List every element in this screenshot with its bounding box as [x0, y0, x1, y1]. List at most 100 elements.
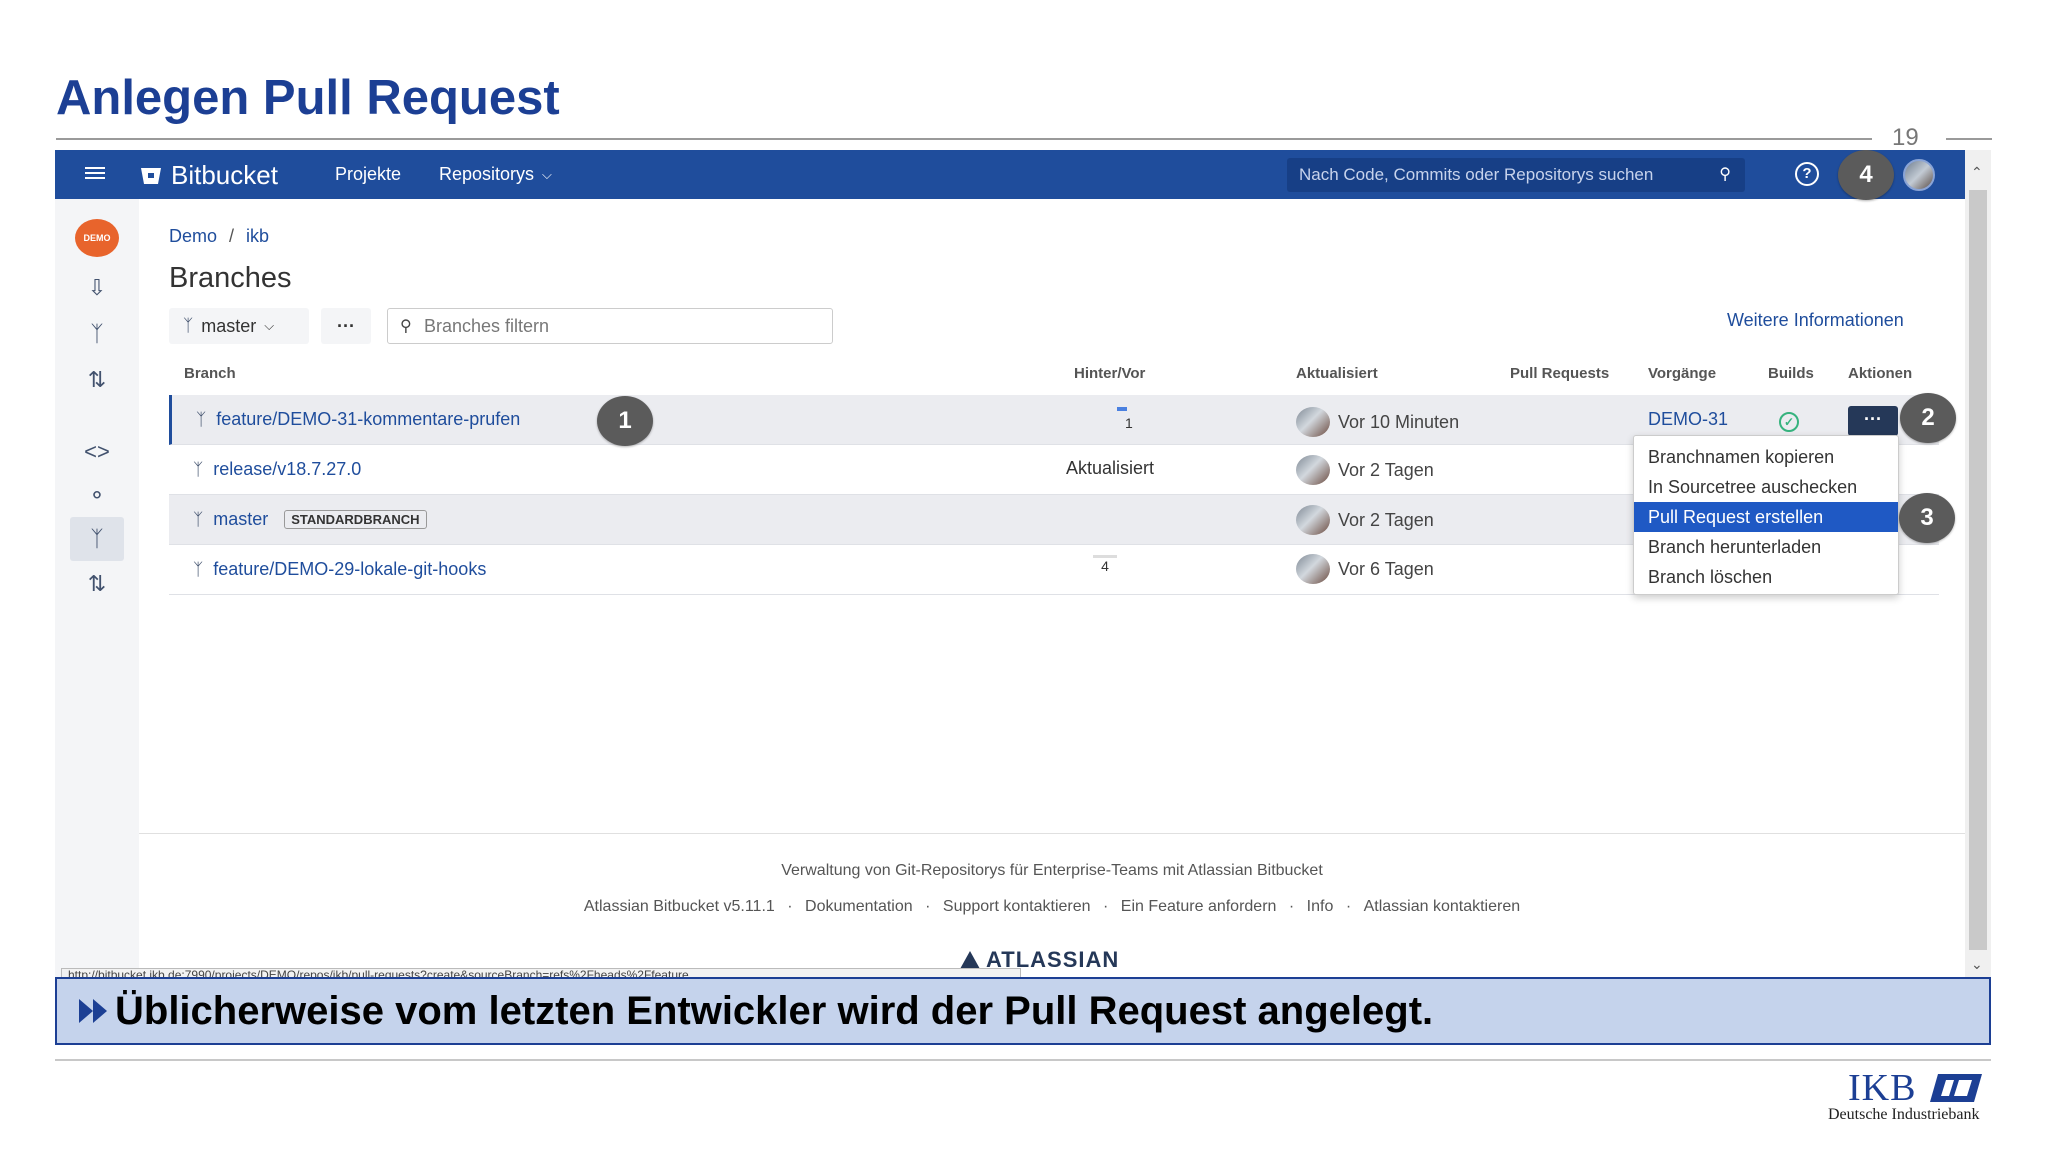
breadcrumb-project[interactable]: Demo: [169, 226, 217, 247]
title-rule: [56, 138, 1872, 140]
branch-filter[interactable]: ⚲: [387, 308, 833, 344]
footer-tagline: Verwaltung von Git-Repositorys für Enter…: [781, 862, 1323, 879]
footer-link-feature-request[interactable]: Ein Feature anfordern: [1121, 898, 1277, 915]
branch-filter-input[interactable]: [424, 309, 824, 343]
row-actions-button[interactable]: ···: [1848, 406, 1898, 436]
title-rule-right: [1946, 138, 1992, 140]
chevron-down-icon: ⌵: [542, 166, 552, 182]
bitbucket-logo[interactable]: Bitbucket: [139, 160, 278, 191]
branch-icon: ᛉ: [196, 409, 207, 429]
ikb-wordmark: IKB: [1848, 1067, 1917, 1109]
branches-icon-active[interactable]: ᛉ: [70, 517, 124, 561]
menu-item-create-pull-request[interactable]: Pull Request erstellen: [1634, 502, 1898, 532]
nav-projects[interactable]: Projekte: [335, 164, 401, 185]
bottom-rule: [55, 1059, 1991, 1061]
commits-icon[interactable]: ⚬: [80, 481, 114, 511]
page-title: Branches: [169, 262, 292, 294]
slide: Anlegen Pull Request 19 Bitbucket Projek…: [0, 0, 2048, 1152]
callout-3: 3: [1899, 493, 1955, 543]
atlassian-triangle-icon: [960, 951, 980, 969]
project-sidebar: DEMO ⇩ ᛉ ⇅ <> ⚬ ᛉ ⇅: [55, 199, 139, 978]
menu-item-checkout-sourcetree[interactable]: In Sourcetree auschecken: [1634, 472, 1898, 502]
column-header-issues: Vorgänge: [1648, 365, 1717, 382]
branch-link[interactable]: feature/DEMO-29-lokale-git-hooks: [213, 559, 486, 580]
breadcrumb-repo[interactable]: ikb: [246, 226, 269, 247]
scroll-thumb[interactable]: [1969, 190, 1987, 950]
top-navbar: Bitbucket Projekte Repositorys ⌵ ⚲ ?: [55, 150, 1965, 199]
page-number: 19: [1892, 124, 1919, 151]
footer-link-support[interactable]: Support kontaktieren: [943, 898, 1091, 915]
footer-link-info[interactable]: Info: [1307, 898, 1334, 915]
footer-link-documentation[interactable]: Dokumentation: [805, 898, 913, 915]
branch-link[interactable]: release/v18.7.27.0: [213, 459, 361, 480]
updated-cell: Vor 10 Minuten: [1296, 407, 1459, 437]
default-branch-badge: STANDARDBRANCH: [284, 510, 427, 529]
help-icon[interactable]: ?: [1795, 162, 1819, 186]
updated-cell: Vor 2 Tagen: [1296, 505, 1434, 535]
page-scrollbar[interactable]: ⌃ ⌄: [1965, 150, 1991, 978]
create-branch-icon[interactable]: ⇩: [80, 273, 114, 303]
nav-repositories-label: Repositorys: [439, 164, 535, 184]
pull-requests-icon-2[interactable]: ⇅: [80, 569, 114, 599]
column-header-pull-requests: Pull Requests: [1510, 365, 1610, 382]
ahead-count: 1: [1125, 415, 1133, 431]
footer-link-contact[interactable]: Atlassian kontaktieren: [1364, 898, 1521, 915]
column-header-behind-ahead: Hinter/Vor: [1074, 365, 1146, 382]
global-search-input[interactable]: [1287, 158, 1727, 192]
source-icon[interactable]: <>: [80, 437, 114, 467]
avatar: [1296, 407, 1330, 437]
footer-separator: ·: [1345, 898, 1352, 915]
menu-item-delete-branch[interactable]: Branch löschen: [1634, 562, 1898, 592]
column-header-builds: Builds: [1768, 365, 1814, 382]
footer-divider: [139, 833, 1965, 834]
global-search[interactable]: ⚲: [1287, 158, 1745, 192]
column-header-updated[interactable]: Aktualisiert: [1296, 365, 1378, 382]
menu-item-download-branch[interactable]: Branch herunterladen: [1634, 532, 1898, 562]
branch-icon: ᛉ: [193, 459, 204, 479]
avatar: [1296, 554, 1330, 584]
menu-item-copy-branch-name[interactable]: Branchnamen kopieren: [1634, 442, 1898, 472]
issue-link[interactable]: DEMO-31: [1648, 409, 1728, 430]
takeaway-banner: Üblicherweise vom letzten Entwickler wir…: [55, 977, 1991, 1045]
nav-repositories[interactable]: Repositorys ⌵: [439, 164, 552, 185]
scroll-up-icon[interactable]: ⌃: [1971, 164, 1983, 181]
branch-icon: ᛉ: [193, 559, 204, 579]
behind-count: 4: [1093, 555, 1117, 577]
avatar: [1296, 505, 1330, 535]
branch-link[interactable]: master: [213, 509, 268, 530]
column-header-branch[interactable]: Branch: [184, 365, 236, 382]
scroll-down-icon[interactable]: ⌄: [1971, 956, 1983, 973]
callout-1: 1: [597, 396, 653, 446]
updated-time: Vor 2 Tagen: [1338, 509, 1434, 530]
pull-requests-icon[interactable]: ⇅: [80, 365, 114, 395]
footer-version[interactable]: Atlassian Bitbucket v5.11.1: [584, 898, 775, 915]
hamburger-menu-icon[interactable]: [85, 164, 105, 184]
branch-link[interactable]: feature/DEMO-31-kommentare-prufen: [216, 409, 520, 430]
ikb-emblem-icon: [1930, 1074, 1982, 1102]
updated-time: Vor 2 Tagen: [1338, 459, 1434, 480]
search-icon: ⚲: [400, 318, 412, 335]
more-options-button[interactable]: ···: [321, 308, 371, 344]
banner-text: Üblicherweise vom letzten Entwickler wir…: [115, 988, 1434, 1033]
more-info-link[interactable]: Weitere Informationen: [1727, 310, 1904, 331]
footer-separator: ·: [787, 898, 793, 915]
user-avatar[interactable]: [1903, 159, 1935, 191]
ikb-logo: IKB Deutsche Industriebank: [1826, 1066, 1996, 1126]
branches-icon[interactable]: ᛉ: [80, 319, 114, 349]
breadcrumb: Demo / ikb: [169, 226, 269, 247]
search-icon[interactable]: ⚲: [1719, 164, 1731, 184]
build-success-icon[interactable]: ✓: [1779, 412, 1799, 432]
callout-2: 2: [1900, 393, 1956, 443]
footer-separator: ·: [1103, 898, 1109, 915]
footer-separator: ·: [925, 898, 931, 915]
double-arrow-icon: [79, 999, 107, 1023]
branch-icon: ᛉ: [183, 316, 194, 335]
branch-icon: ᛉ: [193, 509, 204, 529]
branch-cell: ᛉ feature/DEMO-31-kommentare-prufen: [196, 409, 520, 430]
project-avatar[interactable]: DEMO: [75, 219, 119, 257]
branch-selector[interactable]: ᛉ master ⌵: [169, 308, 309, 344]
slide-title: Anlegen Pull Request: [56, 71, 560, 125]
updated-cell: Vor 6 Tagen: [1296, 554, 1434, 584]
column-header-actions: Aktionen: [1848, 365, 1913, 382]
ahead-bar: [1117, 407, 1127, 411]
